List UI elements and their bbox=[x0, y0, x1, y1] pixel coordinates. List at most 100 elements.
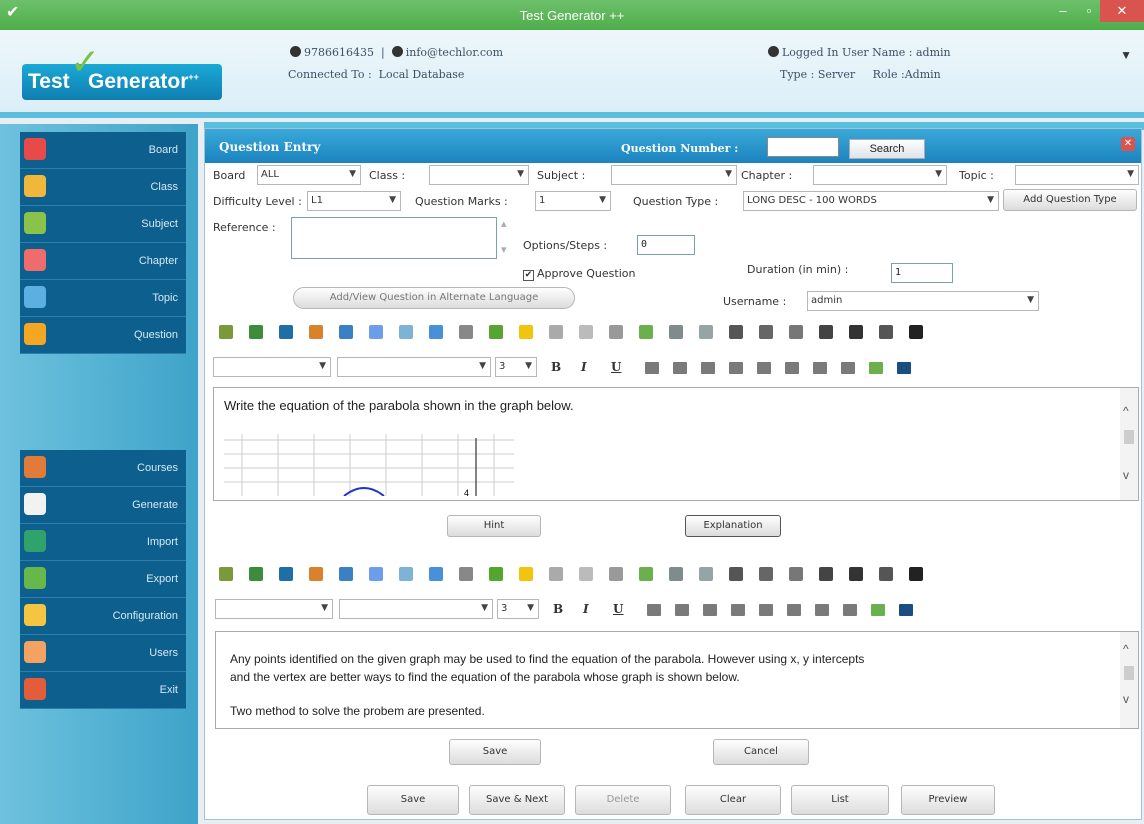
question-editor[interactable]: Write the equation of the parabola shown… bbox=[213, 387, 1139, 501]
link-icon[interactable] bbox=[459, 567, 473, 581]
sidebar-item-board[interactable]: Board bbox=[20, 132, 186, 169]
fill-icon[interactable] bbox=[899, 604, 913, 616]
scroll-up-icon[interactable]: ^ bbox=[1123, 404, 1129, 418]
scroll-down-icon[interactable]: v bbox=[1123, 692, 1129, 706]
link-icon[interactable] bbox=[459, 325, 473, 339]
fork-icon[interactable] bbox=[879, 325, 893, 339]
user-menu-caret-icon[interactable]: ▼ bbox=[1120, 48, 1132, 62]
ordered-list-icon[interactable] bbox=[759, 604, 773, 616]
justify-icon[interactable] bbox=[731, 604, 745, 616]
question-number-input[interactable] bbox=[767, 137, 839, 157]
explanation-button[interactable]: Explanation bbox=[685, 515, 781, 537]
redo-icon[interactable] bbox=[339, 325, 353, 339]
unordered-list-icon[interactable] bbox=[787, 604, 801, 616]
sidebar-item-generate[interactable]: Generate bbox=[20, 487, 186, 524]
align-center-icon[interactable] bbox=[675, 604, 689, 616]
bold-button[interactable]: B bbox=[551, 360, 561, 374]
paste-icon[interactable] bbox=[429, 567, 443, 581]
explanation-editor-scrollbar[interactable]: ^ v bbox=[1120, 632, 1138, 728]
scroll-up-icon[interactable]: ^ bbox=[1123, 642, 1129, 656]
edit-icon[interactable] bbox=[219, 567, 233, 581]
close-window-button[interactable]: ✕ bbox=[1100, 0, 1144, 22]
outdent-icon[interactable] bbox=[813, 362, 827, 374]
options-steps-input[interactable]: 0 bbox=[637, 235, 695, 255]
sidebar-item-class[interactable]: Class bbox=[20, 169, 186, 206]
subscript-icon[interactable] bbox=[579, 325, 593, 339]
copy-icon[interactable] bbox=[399, 325, 413, 339]
superscript-icon[interactable] bbox=[549, 567, 563, 581]
font-size-select[interactable]: 3 ▼ bbox=[495, 357, 537, 377]
subject-select[interactable]: ▼ bbox=[611, 165, 737, 185]
hr-icon[interactable] bbox=[609, 567, 623, 581]
grid-icon[interactable] bbox=[909, 567, 923, 581]
sidebar-item-users[interactable]: Users bbox=[20, 635, 186, 672]
arrow-icon[interactable] bbox=[819, 567, 833, 581]
font-size-select[interactable]: 3 ▼ bbox=[497, 599, 539, 619]
superscript-icon[interactable] bbox=[549, 325, 563, 339]
inner-save-button[interactable]: Save bbox=[449, 739, 541, 765]
redo-icon[interactable] bbox=[339, 567, 353, 581]
bold-button[interactable]: B bbox=[553, 602, 563, 616]
arrow-icon[interactable] bbox=[789, 325, 803, 339]
symbol-icon[interactable] bbox=[669, 325, 683, 339]
spellcheck-icon[interactable] bbox=[489, 325, 503, 339]
justify-icon[interactable] bbox=[729, 362, 743, 374]
font-name-select[interactable]: ▼ bbox=[337, 357, 491, 377]
color-icon[interactable] bbox=[869, 362, 883, 374]
hr-icon[interactable] bbox=[609, 325, 623, 339]
check-icon[interactable]: ✔ bbox=[523, 270, 534, 281]
sidebar-item-chapter[interactable]: Chapter bbox=[20, 243, 186, 280]
arrow-icon[interactable] bbox=[849, 325, 863, 339]
indent-icon[interactable] bbox=[843, 604, 857, 616]
spellcheck-icon[interactable] bbox=[489, 567, 503, 581]
question-editor-scrollbar[interactable]: ^ v bbox=[1120, 388, 1138, 500]
indent-icon[interactable] bbox=[729, 567, 743, 581]
color-icon[interactable] bbox=[871, 604, 885, 616]
panel-close-icon[interactable]: ✕ bbox=[1121, 137, 1135, 151]
template-icon[interactable] bbox=[699, 325, 713, 339]
edit-icon[interactable] bbox=[219, 325, 233, 339]
explanation-editor[interactable]: Any points identified on the given graph… bbox=[215, 631, 1139, 729]
subscript-icon[interactable] bbox=[579, 567, 593, 581]
image-icon[interactable] bbox=[639, 325, 653, 339]
ordered-list-icon[interactable] bbox=[757, 362, 771, 374]
outdent-icon[interactable] bbox=[815, 604, 829, 616]
sidebar-item-subject[interactable]: Subject bbox=[20, 206, 186, 243]
fill-icon[interactable] bbox=[897, 362, 911, 374]
board-select[interactable]: ALL ▼ bbox=[257, 165, 361, 185]
hint-button[interactable]: Hint bbox=[447, 515, 541, 537]
difficulty-select[interactable]: L1 ▼ bbox=[307, 191, 401, 211]
indent-icon[interactable] bbox=[729, 325, 743, 339]
marks-select[interactable]: 1 ▼ bbox=[535, 191, 611, 211]
tree-icon[interactable] bbox=[759, 325, 773, 339]
alternate-language-button[interactable]: Add/View Question in Alternate Language bbox=[293, 287, 575, 309]
template-icon[interactable] bbox=[699, 567, 713, 581]
clear-button[interactable]: Clear bbox=[685, 785, 781, 815]
cut-icon[interactable] bbox=[369, 325, 383, 339]
add-question-type-button[interactable]: Add Question Type bbox=[1003, 189, 1137, 211]
unordered-list-icon[interactable] bbox=[785, 362, 799, 374]
italic-button[interactable]: I bbox=[583, 602, 589, 616]
image-icon[interactable] bbox=[639, 567, 653, 581]
grid-icon[interactable] bbox=[909, 325, 923, 339]
font-family-select[interactable]: ▼ bbox=[213, 357, 331, 377]
username-select[interactable]: admin ▼ bbox=[807, 291, 1039, 311]
arrow-icon[interactable] bbox=[819, 325, 833, 339]
arrow-icon[interactable] bbox=[789, 567, 803, 581]
align-left-icon[interactable] bbox=[645, 362, 659, 374]
paste-icon[interactable] bbox=[429, 325, 443, 339]
save-button[interactable]: Save bbox=[367, 785, 459, 815]
undo-icon[interactable] bbox=[309, 567, 323, 581]
copy-icon[interactable] bbox=[399, 567, 413, 581]
italic-button[interactable]: I bbox=[581, 360, 587, 374]
preview-button[interactable]: Preview bbox=[901, 785, 995, 815]
underline-button[interactable]: U bbox=[611, 360, 621, 374]
arrow-icon[interactable] bbox=[849, 567, 863, 581]
sidebar-item-topic[interactable]: Topic bbox=[20, 280, 186, 317]
delete-button[interactable]: Delete bbox=[575, 785, 671, 815]
cut-icon[interactable] bbox=[369, 567, 383, 581]
undo-icon[interactable] bbox=[309, 325, 323, 339]
duration-input[interactable]: 1 bbox=[891, 263, 953, 283]
align-left-icon[interactable] bbox=[647, 604, 661, 616]
underline-button[interactable]: U bbox=[613, 602, 623, 616]
